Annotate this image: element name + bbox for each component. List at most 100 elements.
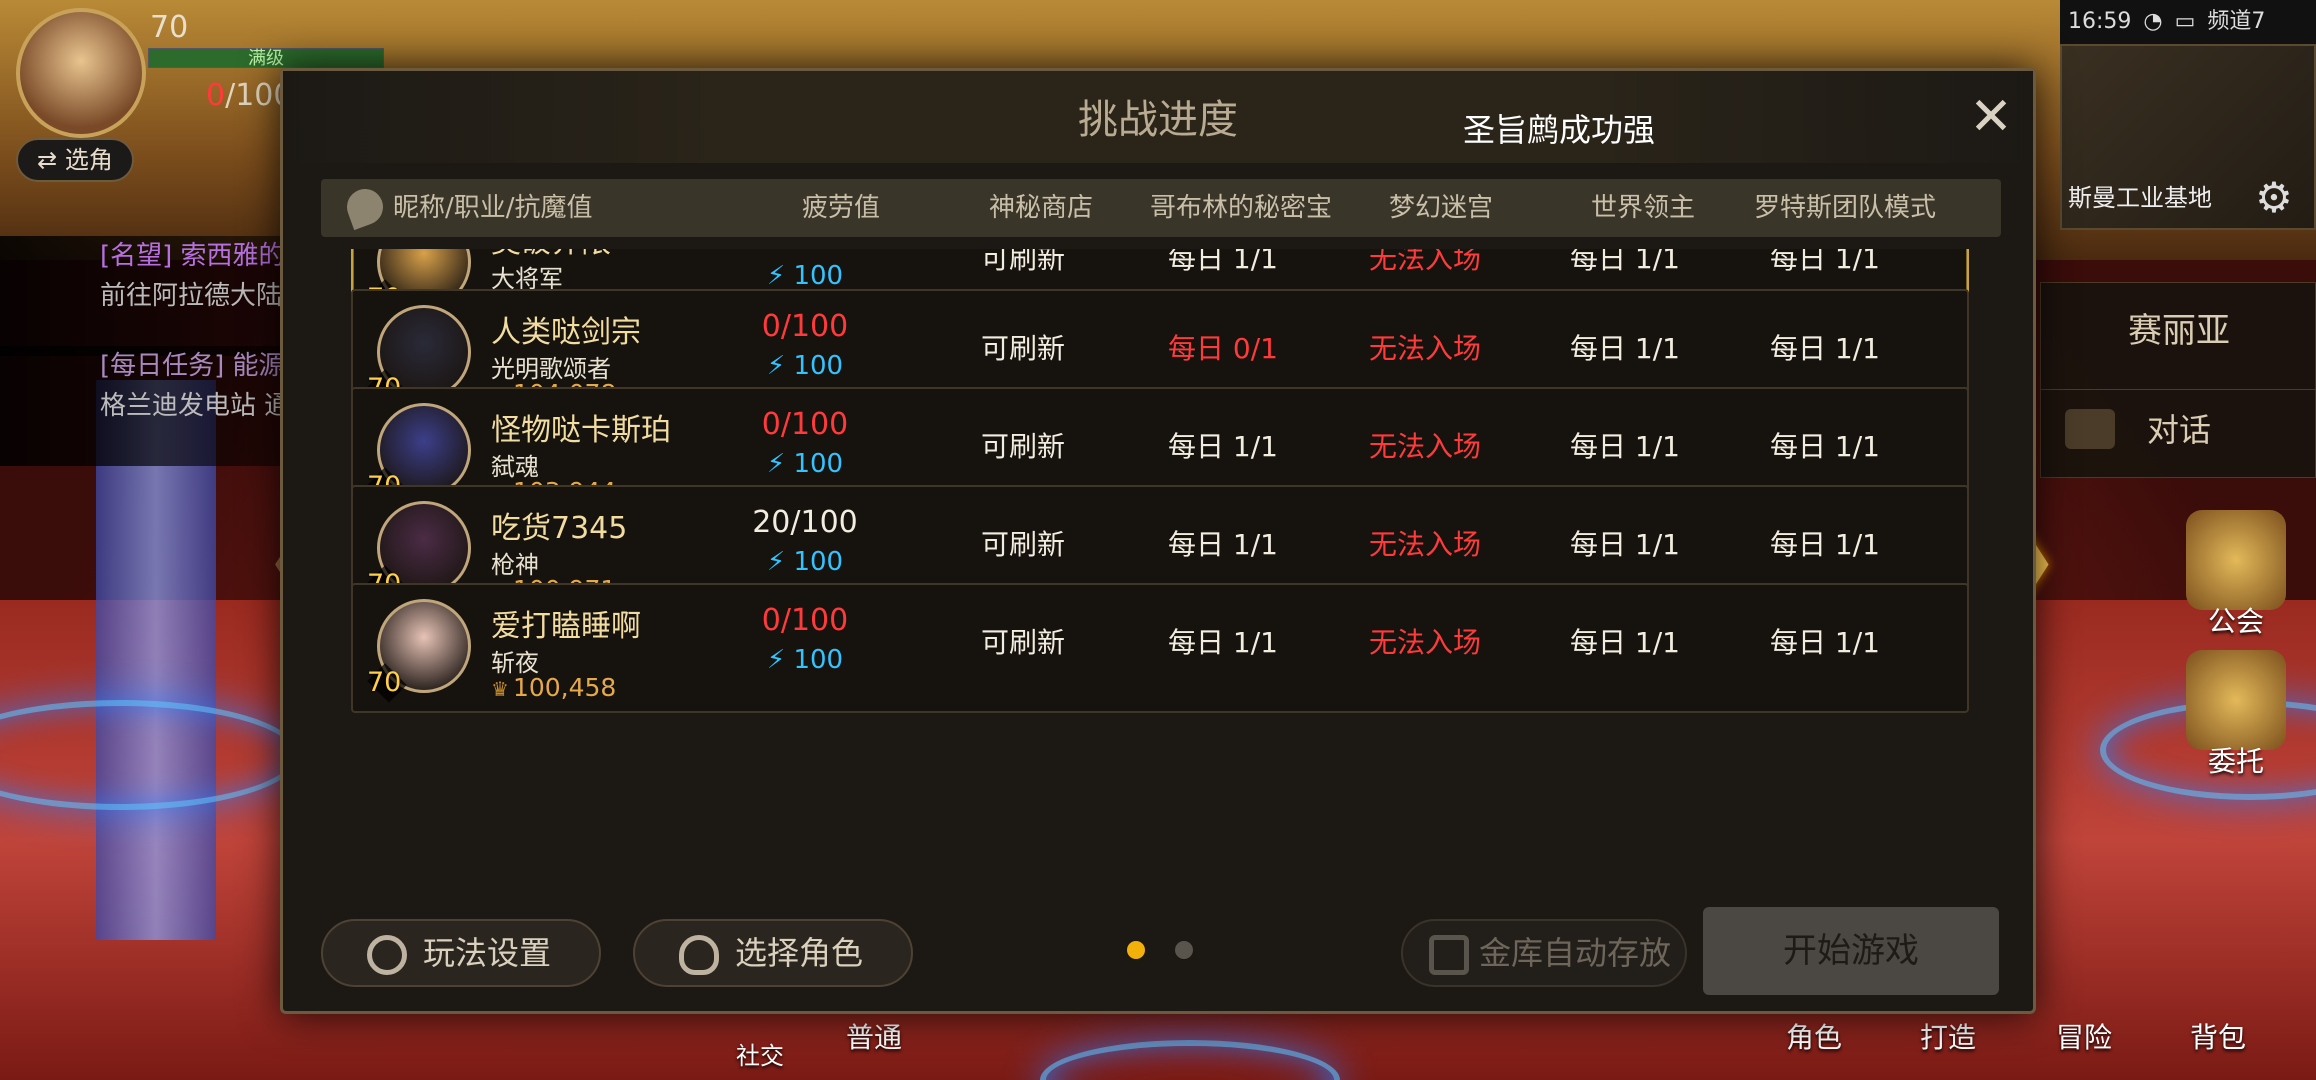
dream-maze-status: 无法入场	[1368, 332, 1481, 365]
commission-label: 委托	[2207, 745, 2264, 778]
column-dream-maze: 梦幻迷宫	[1388, 193, 1493, 223]
gear-icon	[367, 935, 407, 975]
lightning-icon: ⚡	[766, 449, 786, 479]
goblin-vault-status: 每日 1/1	[1168, 528, 1278, 561]
dream-maze-status: 无法入场	[1368, 626, 1481, 659]
character-name: 怪物哒卡斯珀	[491, 413, 671, 448]
character-name: 爱打瞌睡啊	[491, 609, 641, 644]
mystery-shop-status: 可刷新	[980, 430, 1065, 463]
vault-auto-store-label: 金库自动存放	[1479, 934, 1672, 972]
column-fatigue: 疲劳值	[801, 193, 880, 223]
gear-icon[interactable]: ⚙	[2250, 174, 2298, 222]
channel-label[interactable]: 频道7	[2207, 0, 2265, 44]
guild-icon[interactable]	[2186, 510, 2286, 610]
column-world-lord: 世界领主	[1590, 193, 1695, 223]
world-lord-status: 每日 1/1	[1570, 332, 1680, 365]
energy-number: 100	[793, 449, 844, 479]
energy-value: ⚡ 100	[725, 547, 885, 577]
column-goblin-vault: 哥布林的秘密宝库	[1149, 193, 1332, 281]
rotes-raid-status: 每日 1/1	[1770, 528, 1880, 561]
mystery-shop-status: 可刷新	[980, 332, 1065, 365]
vault-auto-store-button[interactable]: 金库自动存放	[1401, 919, 1687, 987]
character-icon	[679, 935, 719, 975]
column-mystery-shop: 神秘商店	[988, 193, 1093, 223]
mystery-shop-status: 可刷新	[980, 528, 1065, 561]
start-game-button[interactable]: 开始游戏	[1703, 907, 1999, 995]
character-level: 70	[367, 667, 402, 698]
rotes-raid-status: 每日 1/1	[1770, 249, 1880, 275]
character-list[interactable]: 70契破乔限大将军♛113,9180/100⚡ 100可刷新每日 1/1无法入场…	[351, 249, 1973, 955]
npc-talk-button[interactable]: 对话	[2041, 389, 2316, 469]
broadcast-marquee: 圣旨鹧成功强	[1463, 111, 1656, 145]
player-level: 70	[150, 10, 189, 45]
column-nickname: 昵称/职业/抗魔值	[393, 193, 593, 223]
rotes-raid-status: 每日 1/1	[1770, 332, 1880, 365]
rotes-raid-status: 每日 1/1	[1770, 626, 1880, 659]
fatigue-value: 0/100	[761, 603, 849, 638]
minimap-location-name: 斯曼工业基地	[2068, 184, 2212, 212]
fatigue-value: 0/100	[761, 309, 849, 344]
npc-panel: 赛丽亚 对话	[2040, 282, 2316, 478]
character-row[interactable]: 70 爱打瞌睡啊 斩夜 ♛ 100,458 0/100 ⚡ 100 可刷新 每日 1/1 无法入场…	[351, 583, 1969, 713]
energy-number: 100	[793, 645, 844, 675]
player-avatar[interactable]	[16, 8, 146, 138]
world-lord-status: 每日 1/1	[1570, 528, 1680, 561]
energy-number: 100	[793, 547, 844, 577]
commission-icon[interactable]	[2186, 650, 2286, 750]
clock: 16:59	[2068, 9, 2132, 34]
select-character-label: 选择角色	[735, 934, 864, 972]
column-header: 昵称/职业/抗魔值 疲劳值 神秘商店 哥布林的秘密宝库 梦幻迷宫 世界领主 罗特…	[321, 179, 2001, 281]
energy-number: 100	[793, 261, 844, 291]
power-value: 100,458	[512, 673, 617, 702]
npc-name[interactable]: 赛丽亚	[2041, 303, 2316, 352]
character-name: 人类哒剑宗	[491, 315, 641, 350]
fatigue-value: 20/100	[752, 505, 858, 540]
fatigue-value: 0/100	[761, 407, 849, 442]
lightning-icon: ⚡	[766, 645, 786, 675]
goblin-vault-status: 每日 0/1	[1168, 332, 1278, 365]
world-lord-status: 每日 1/1	[1570, 430, 1680, 463]
goblin-vault-status: 每日 1/1	[1168, 626, 1278, 659]
close-icon[interactable]: ✕	[1963, 91, 2019, 147]
mystery-shop-status: 可刷新	[980, 626, 1065, 659]
vault-icon	[1429, 935, 1469, 975]
lightning-icon: ⚡	[766, 547, 786, 577]
guild-label: 公会	[2207, 605, 2264, 638]
dialog-title: 挑战进度	[1078, 97, 1238, 143]
lightning-icon: ⚡	[766, 351, 786, 381]
energy-value: ⚡ 100	[725, 261, 885, 291]
lightning-icon: ⚡	[766, 261, 786, 291]
gameplay-settings-button[interactable]: 玩法设置	[321, 919, 601, 987]
gameplay-settings-label: 玩法设置	[423, 934, 552, 972]
select-character-button[interactable]: 选择角色	[633, 919, 913, 987]
page-indicator-dot-1[interactable]	[1127, 941, 1145, 959]
nav-craft[interactable]: 打造	[1920, 1016, 1976, 1056]
nav-bag[interactable]: 背包	[2190, 1016, 2246, 1056]
energy-value: ⚡ 100	[725, 645, 885, 675]
goblin-vault-status: 每日 1/1	[1168, 430, 1278, 463]
energy-number: 100	[793, 351, 844, 381]
energy-value: ⚡ 100	[725, 449, 885, 479]
character-name: 吃货7345	[491, 511, 628, 546]
mystery-shop-status: 可刷新	[980, 249, 1065, 275]
exp-bar-label: 满级	[149, 49, 383, 69]
dream-maze-status: 无法入场	[1368, 249, 1481, 275]
dream-maze-status: 无法入场	[1368, 528, 1481, 561]
dream-maze-status: 无法入场	[1368, 430, 1481, 463]
nav-mode[interactable]: 普通	[846, 1016, 902, 1056]
nav-social[interactable]: 社交	[736, 1036, 784, 1071]
rotes-raid-status: 每日 1/1	[1770, 430, 1880, 463]
goblin-vault-status: 每日 1/1	[1168, 249, 1278, 275]
leaf-icon	[341, 183, 389, 231]
nav-character[interactable]: 角色	[1786, 1016, 1842, 1056]
fatigue-value: 0/100	[725, 249, 885, 254]
nav-adventure[interactable]: 冒险	[2056, 1016, 2112, 1056]
challenge-progress-dialog: 挑战进度 圣旨鹧成功强 ✕ 昵称/职业/抗魔值 疲劳值 神秘商店 哥布林的秘密宝…	[280, 68, 2036, 1014]
system-status-bar: 16:59 ◔ ▭ 频道7	[2060, 0, 2316, 44]
signal-icon: ◔	[2143, 9, 2163, 34]
switch-character-button[interactable]: ⇄ 选角	[16, 138, 134, 182]
world-lord-status: 每日 1/1	[1570, 626, 1680, 659]
page-indicator-dot-2[interactable]	[1175, 941, 1193, 959]
column-rotes-raid: 罗特斯团队模式	[1753, 193, 1936, 223]
character-power: ♛ 100,458	[491, 673, 616, 702]
